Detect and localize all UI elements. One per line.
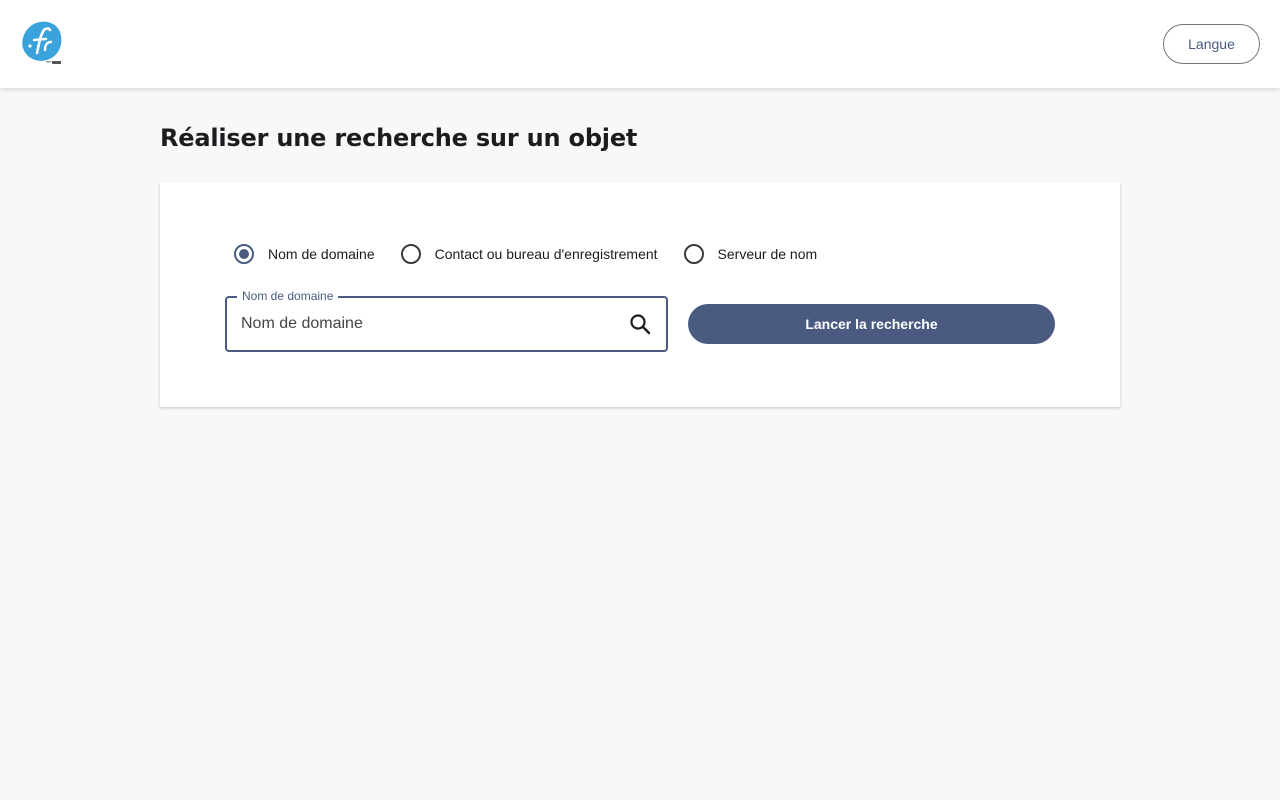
domain-name-input[interactable]: [241, 312, 611, 336]
page-title: Réaliser une recherche sur un objet: [160, 124, 638, 152]
radio-unchecked-icon[interactable]: [400, 244, 421, 264]
language-button[interactable]: Langue: [1163, 24, 1260, 64]
radio-checked-icon[interactable]: [234, 244, 254, 264]
top-app-bar: Langue: [0, 0, 1280, 88]
domain-name-field-label: Nom de domaine: [237, 289, 339, 303]
radio-contact-registrar[interactable]: Contact ou bureau d'enregistrement: [400, 244, 658, 264]
domain-name-field: Nom de domaine: [225, 289, 668, 352]
search-type-radio-group: Nom de domaine Contact ou bureau d'enreg…: [234, 244, 843, 264]
afnic-logo-icon[interactable]: [20, 20, 64, 66]
radio-unchecked-icon[interactable]: [683, 244, 704, 264]
radio-label-name-server: Serveur de nom: [717, 246, 818, 262]
radio-label-domain-name: Nom de domaine: [268, 246, 375, 262]
radio-label-contact-registrar: Contact ou bureau d'enregistrement: [434, 246, 658, 262]
radio-domain-name[interactable]: Nom de domaine: [234, 244, 375, 264]
launch-search-button[interactable]: Lancer la recherche: [688, 304, 1055, 344]
search-card: Nom de domaine Contact ou bureau d'enreg…: [160, 182, 1120, 407]
radio-name-server[interactable]: Serveur de nom: [683, 244, 818, 264]
search-icon[interactable]: [628, 312, 652, 336]
